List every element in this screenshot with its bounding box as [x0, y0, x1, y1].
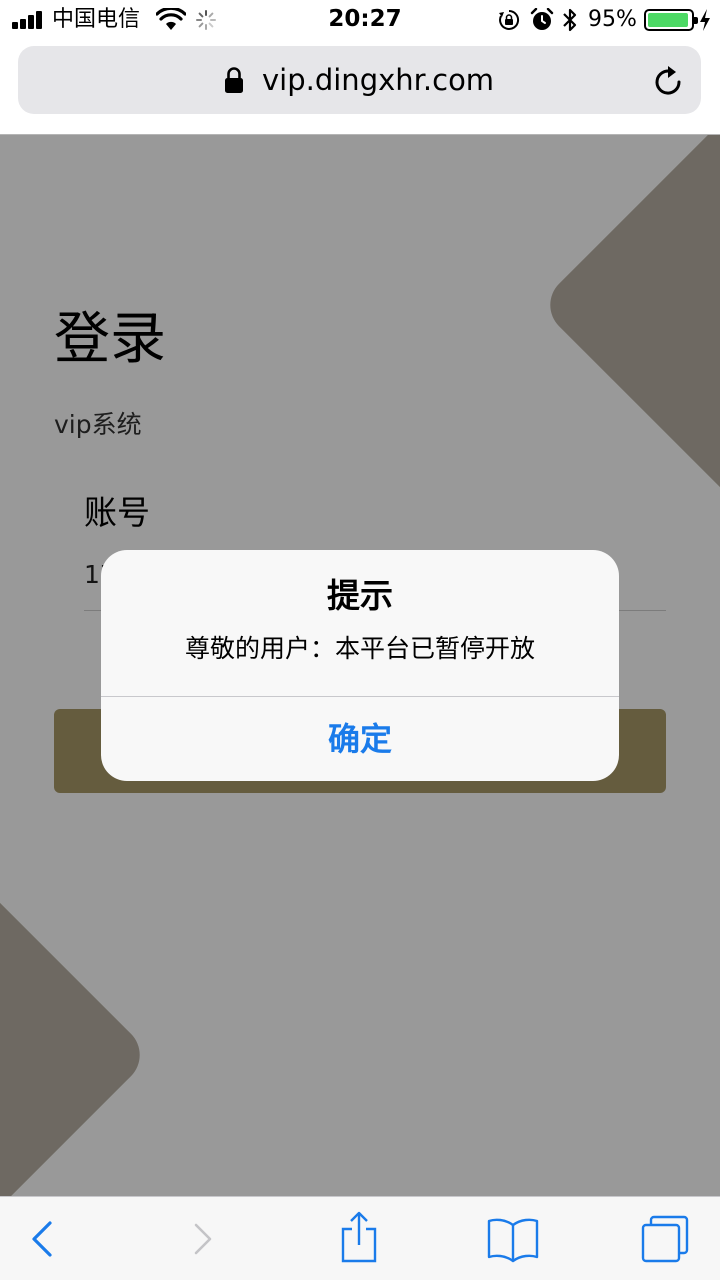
alert-message: 尊敬的用户：本平台已暂停开放 [184, 634, 535, 663]
forward-icon[interactable] [176, 1211, 232, 1267]
url-text[interactable]: vip.dingxhr.com [262, 62, 494, 98]
reload-icon[interactable] [652, 64, 684, 98]
wifi-icon [156, 8, 186, 30]
alert-dialog: 提示 尊敬的用户：本平台已暂停开放 确定 [101, 550, 619, 781]
share-icon[interactable] [331, 1211, 387, 1267]
alarm-icon [530, 8, 554, 30]
padlock-icon [225, 67, 243, 93]
tabs-icon[interactable] [637, 1211, 693, 1267]
status-bar: 中国电信 20:27 95% [0, 0, 720, 40]
bookmarks-icon[interactable] [485, 1211, 541, 1267]
alert-title: 提示 [327, 576, 393, 615]
status-time: 20:27 [328, 6, 402, 32]
signal-icon [12, 11, 46, 29]
safari-screen: 中国电信 20:27 95% vip.dingxhr.com 登录 vip系统 … [0, 0, 720, 1280]
bluetooth-icon [563, 8, 577, 32]
carrier-name: 中国电信 [52, 7, 141, 32]
address-bar[interactable]: vip.dingxhr.com [18, 46, 701, 114]
rotation-lock-icon [499, 9, 520, 30]
back-icon[interactable] [20, 1211, 76, 1267]
alert-confirm-button[interactable]: 确定 [101, 697, 619, 781]
charging-icon [700, 9, 710, 31]
battery-icon [644, 9, 698, 31]
web-page: 登录 vip系统 账号 17779373158 提示 尊敬的用户：本平台已暂停开… [0, 134, 720, 1196]
bottom-toolbar [0, 1196, 720, 1280]
battery-level-fill [648, 13, 688, 27]
battery-percent: 95% [588, 7, 637, 32]
activity-spinner-icon [196, 10, 216, 30]
